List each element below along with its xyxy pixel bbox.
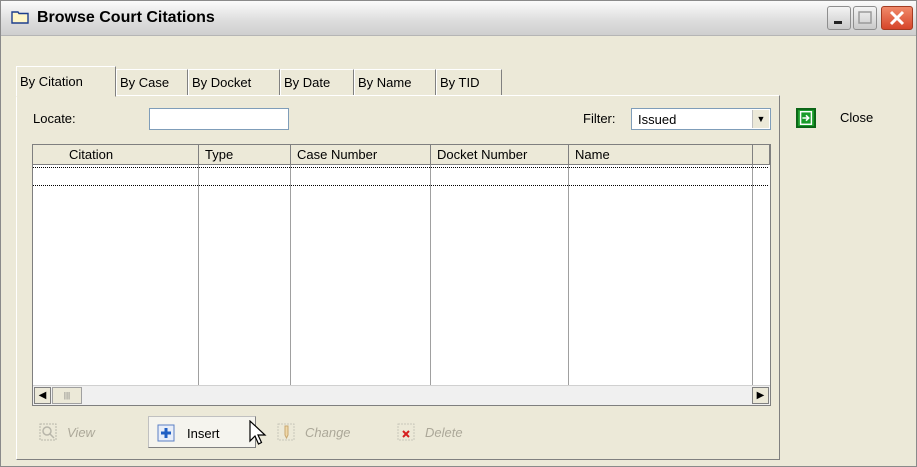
column-header-name[interactable]: Name	[569, 145, 753, 165]
tab-by-date[interactable]: By Date	[280, 69, 354, 96]
exit-icon	[796, 108, 816, 128]
change-label: Change	[305, 425, 351, 440]
tab-by-tid[interactable]: By TID	[436, 69, 502, 96]
column-divider	[752, 165, 753, 385]
change-button[interactable]: Change	[271, 416, 381, 448]
column-divider	[290, 165, 291, 385]
column-divider	[198, 165, 199, 385]
filter-select[interactable]: Issued ▼	[631, 108, 771, 130]
chevron-down-icon[interactable]: ▼	[752, 110, 769, 128]
delete-label: Delete	[425, 425, 463, 440]
delete-button[interactable]: Delete	[391, 416, 491, 448]
minimize-button[interactable]	[827, 6, 851, 30]
maximize-button[interactable]	[853, 6, 877, 30]
add-record-icon	[157, 424, 175, 442]
title-bar[interactable]: Browse Court Citations	[1, 1, 916, 36]
maximize-icon	[858, 11, 872, 24]
tab-by-docket[interactable]: By Docket	[188, 69, 280, 96]
column-header-more[interactable]	[753, 145, 770, 165]
column-divider	[568, 165, 569, 385]
tab-by-name[interactable]: By Name	[354, 69, 436, 96]
table-row-focus	[33, 185, 768, 186]
window-close-button[interactable]	[881, 6, 913, 30]
browse-court-citations-window: Browse Court Citations By Citation By Ca…	[0, 0, 917, 467]
horizontal-scrollbar[interactable]: ◀ ||| ▶	[33, 385, 770, 405]
locate-label: Locate:	[33, 111, 76, 126]
table-row[interactable]	[33, 167, 768, 168]
magnifier-icon	[39, 423, 57, 441]
locate-input[interactable]	[149, 108, 289, 130]
column-header-type[interactable]: Type	[199, 145, 291, 165]
folder-icon	[11, 11, 29, 24]
view-button[interactable]: View	[33, 416, 123, 448]
pencil-icon	[277, 423, 295, 441]
filter-label: Filter:	[583, 111, 616, 126]
scroll-thumb[interactable]: |||	[52, 387, 82, 404]
insert-button[interactable]: Insert	[148, 416, 256, 448]
citations-grid[interactable]: Citation Type Case Number Docket Number …	[32, 144, 771, 406]
tab-panel: Locate: Filter: Issued ▼ Citation Type C…	[16, 95, 780, 460]
delete-icon	[397, 423, 415, 441]
filter-value: Issued	[638, 112, 677, 127]
view-label: View	[67, 425, 95, 440]
column-header-case-number[interactable]: Case Number	[291, 145, 431, 165]
close-label: Close	[840, 110, 874, 125]
column-header-citation[interactable]: Citation	[33, 145, 199, 165]
scroll-right-button[interactable]: ▶	[752, 387, 769, 404]
column-divider	[430, 165, 431, 385]
column-header-docket-number[interactable]: Docket Number	[431, 145, 569, 165]
tab-by-citation[interactable]: By Citation	[16, 66, 116, 97]
insert-label: Insert	[187, 426, 220, 441]
window-title: Browse Court Citations	[37, 9, 215, 26]
mouse-pointer-icon	[249, 420, 267, 445]
scroll-left-button[interactable]: ◀	[34, 387, 51, 404]
tab-by-case[interactable]: By Case	[116, 69, 188, 96]
close-icon	[889, 10, 905, 26]
minimize-icon	[834, 21, 842, 24]
